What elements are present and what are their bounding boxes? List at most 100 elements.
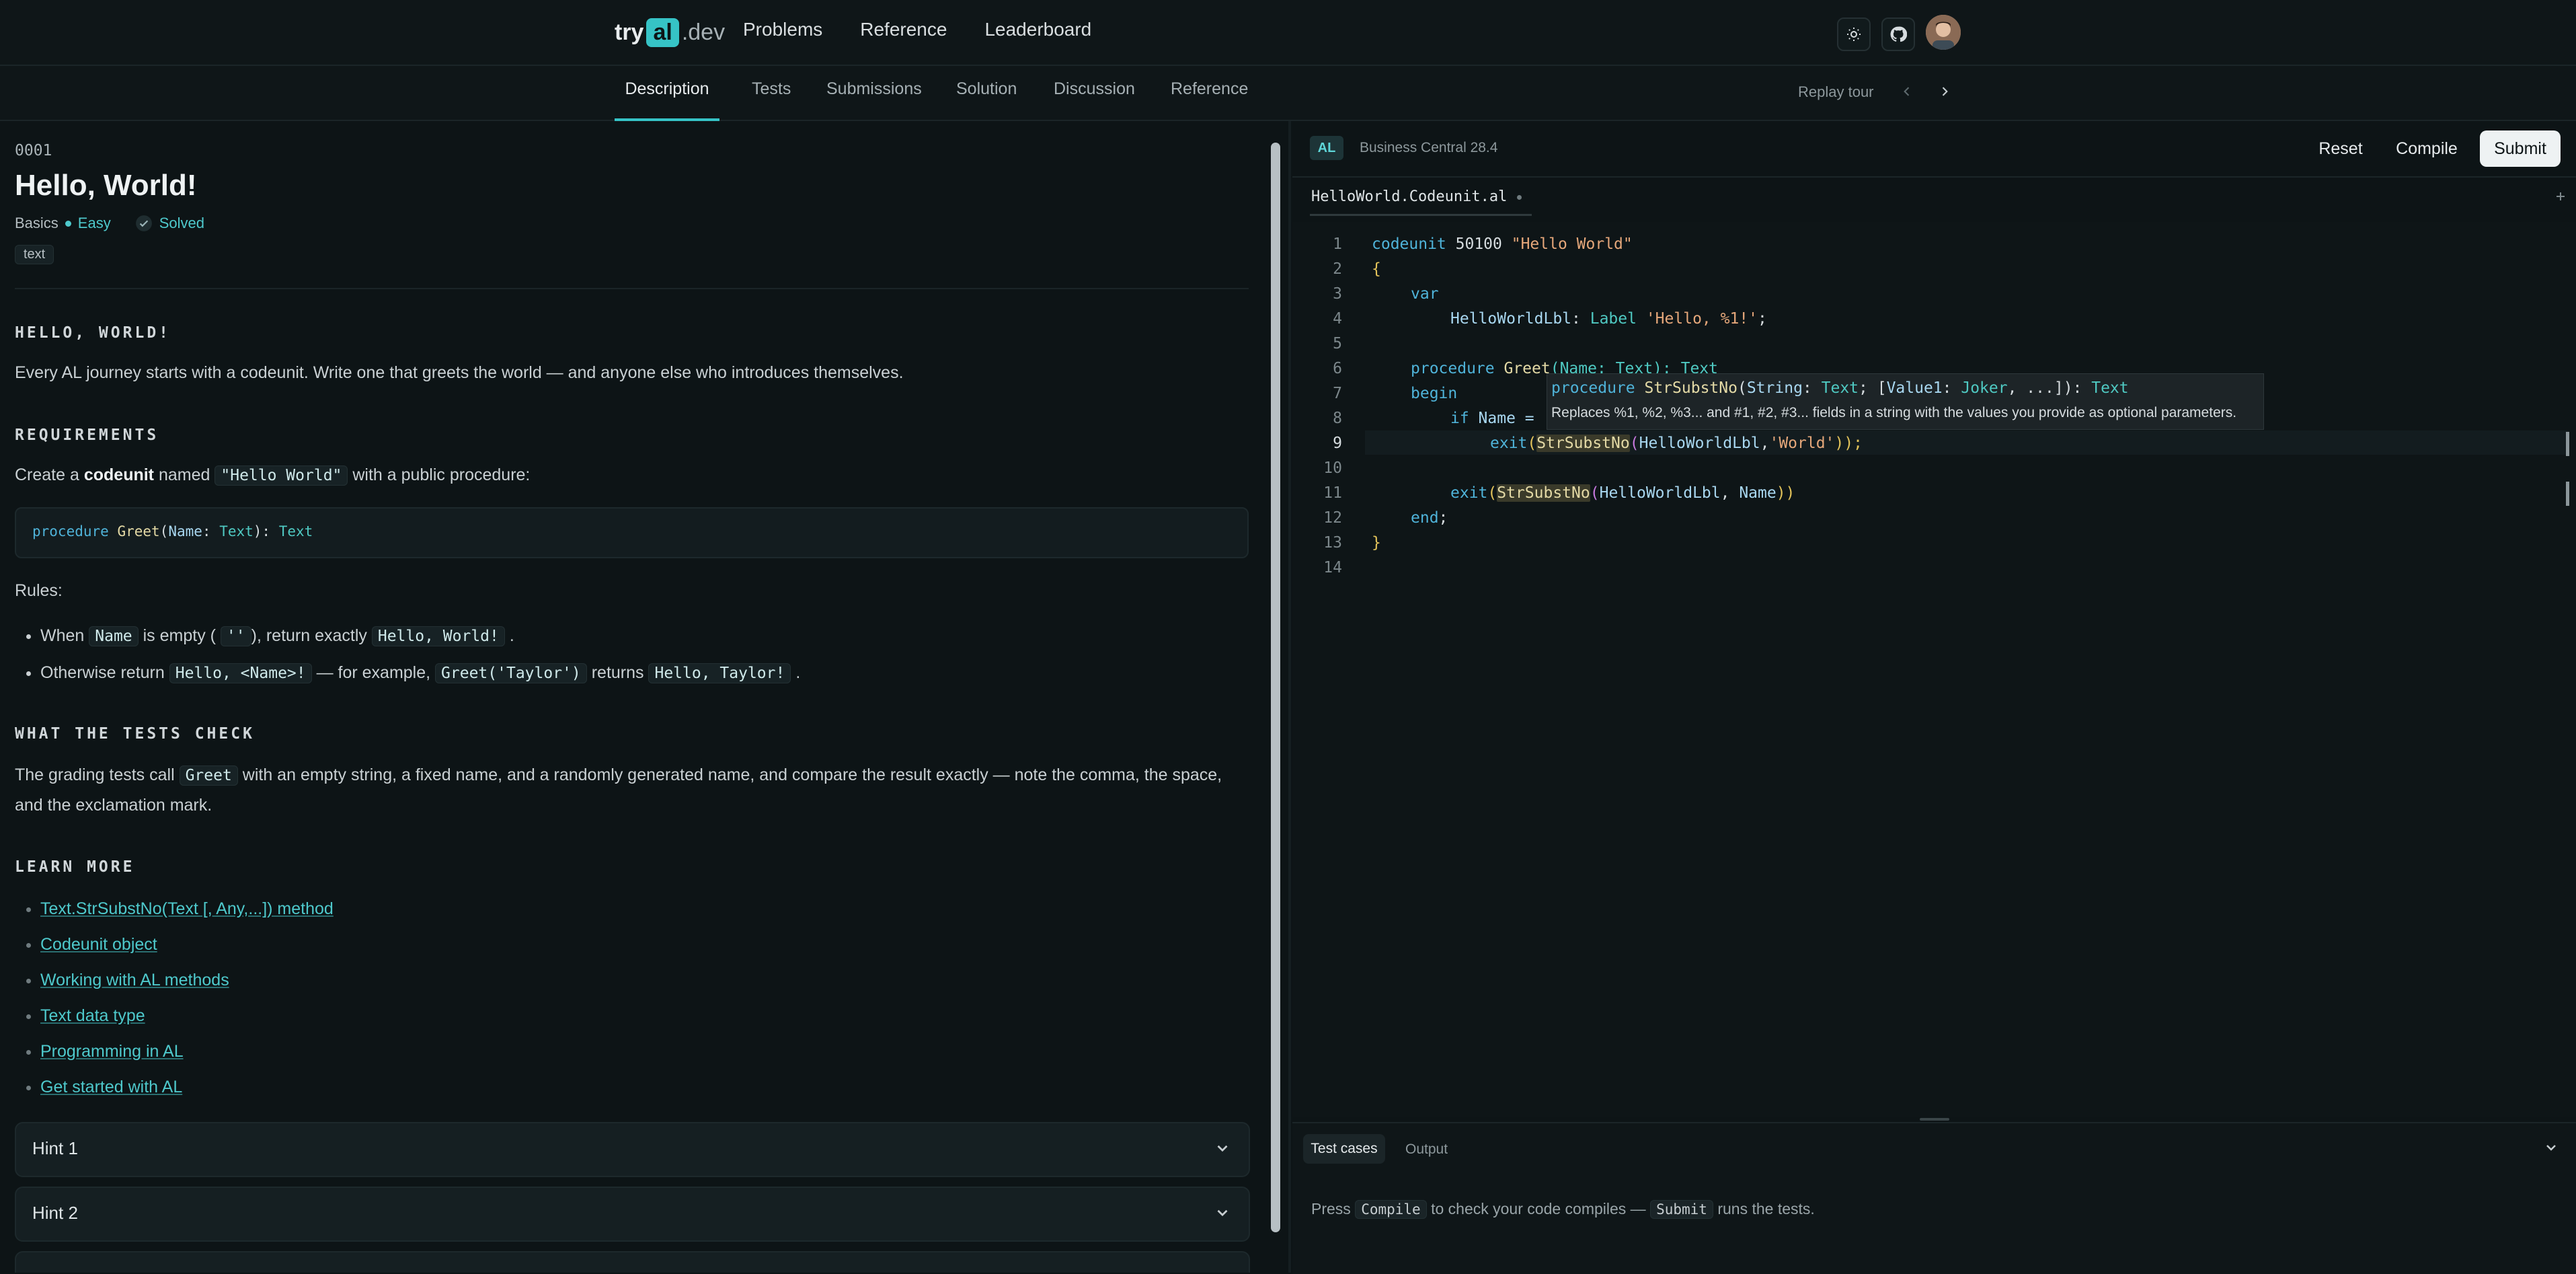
line-number: 11 [1323, 484, 1342, 502]
difficulty-dot [65, 220, 71, 227]
sig-ret: Text [278, 523, 313, 539]
tab-output[interactable]: Output [1405, 1141, 1448, 1158]
token: StrSubstNo [1536, 435, 1630, 452]
msg-c: runs the tests. [1717, 1200, 1815, 1217]
token: HelloWorldLbl [1450, 310, 1572, 328]
sig-colon: : [202, 523, 220, 539]
category-label: Basics [15, 215, 58, 231]
tooltip-signature: procedure StrSubstNo(String: Text; [Valu… [1551, 379, 2129, 397]
tag-chip[interactable]: text [15, 245, 54, 264]
code-line-13: } [1372, 534, 1381, 552]
code-editor[interactable] [1292, 222, 2576, 1117]
pane-resize-handle[interactable] [1288, 121, 1291, 1273]
code-line-7: begin [1411, 385, 1457, 402]
tests-a: The grading tests call [15, 765, 175, 784]
tab-tests[interactable]: Tests [752, 79, 791, 118]
theme-toggle-button[interactable] [1837, 17, 1871, 51]
tour-prev-button[interactable] [1894, 78, 1920, 105]
hint-3-accordion[interactable] [15, 1251, 1250, 1273]
github-button[interactable] [1881, 17, 1915, 51]
learn-link-methods[interactable]: Working with AL methods [40, 971, 229, 989]
sig-open: ( [159, 523, 169, 539]
tab-description[interactable]: Description [615, 79, 719, 121]
rules-label: Rules: [15, 581, 63, 600]
file-tab[interactable]: HelloWorld.Codeunit.al [1311, 188, 1522, 205]
site-logo[interactable]: try al .dev [615, 15, 725, 50]
compile-button[interactable]: Compile [2384, 130, 2469, 167]
learn-link-programming[interactable]: Programming in AL [40, 1042, 184, 1061]
rule2-code1: Hello, <Name>! [169, 663, 312, 683]
main-nav: Problems Reference Leaderboard [743, 19, 1091, 40]
tab-submissions[interactable]: Submissions [826, 79, 922, 118]
tab-test-cases[interactable]: Test cases [1303, 1134, 1385, 1164]
tour-next-button[interactable] [1931, 78, 1958, 105]
msg-a: Press [1311, 1200, 1351, 1217]
token: ; [1758, 310, 1767, 328]
github-icon [1890, 26, 1907, 42]
nav-reference[interactable]: Reference [860, 19, 947, 40]
token: "Hello World" [1511, 235, 1633, 253]
top-navbar [0, 0, 2576, 66]
nav-problems[interactable]: Problems [743, 19, 822, 40]
token: HelloWorldLbl [1639, 435, 1760, 452]
chevron-down-icon [1217, 1145, 1228, 1152]
tests-text: The grading tests call Greet with an emp… [15, 760, 1249, 820]
panel-message: Press Compile to check your code compile… [1311, 1200, 1815, 1219]
line-number: 1 [1333, 235, 1342, 253]
line-number: 13 [1323, 534, 1342, 552]
chevron-down-icon[interactable] [2543, 1139, 2559, 1156]
req-post: with a public procedure: [352, 465, 531, 484]
problem-title: Hello, World! [15, 169, 197, 202]
rule2-d: . [795, 663, 801, 682]
code-line-1: codeunit 50100 "Hello World" [1372, 235, 1633, 253]
line-number: 4 [1333, 310, 1342, 328]
line-number: 9 [1333, 435, 1342, 452]
req-named: named [158, 465, 210, 484]
hint-2-accordion[interactable]: Hint 2 [15, 1187, 1250, 1242]
replay-tour-link[interactable]: Replay tour [1798, 83, 1874, 101]
rule1-b: is empty ( [143, 626, 216, 645]
learn-link-get-started[interactable]: Get started with AL [40, 1078, 182, 1096]
learn-link-item: Working with AL methods [40, 963, 334, 998]
panel-resize-handle[interactable] [1920, 1118, 1949, 1121]
nav-leaderboard[interactable]: Leaderboard [984, 19, 1091, 40]
tab-discussion[interactable]: Discussion [1054, 79, 1135, 118]
tab-reference[interactable]: Reference [1171, 79, 1248, 118]
avatar[interactable] [1926, 15, 1961, 50]
learn-link-item: Text.StrSubstNo(Text [, Any,...]) method [40, 891, 334, 927]
description-scroll-thumb[interactable] [1271, 143, 1280, 1232]
hint-1-accordion[interactable]: Hint 1 [15, 1122, 1250, 1177]
learn-link-text-type[interactable]: Text data type [40, 1006, 145, 1025]
token: HelloWorldLbl [1599, 484, 1721, 502]
code-line-9: exit(StrSubstNo(HelloWorldLbl,'World')); [1490, 435, 1863, 452]
rule2-a: Otherwise return [40, 663, 165, 682]
submit-button[interactable]: Submit [2480, 130, 2561, 167]
chevron-right-icon [1942, 87, 1948, 96]
code-line-8: if Name = [1450, 410, 1534, 427]
line-number: 7 [1333, 385, 1342, 402]
token: , [1760, 435, 1770, 452]
plus-icon[interactable] [2555, 191, 2566, 202]
reset-button[interactable]: Reset [2305, 130, 2376, 167]
token: Name = [1469, 410, 1534, 427]
rule-item: Otherwise return Hello, <Name>! — for ex… [40, 654, 800, 691]
overview-ruler-mark [2566, 482, 2569, 506]
solved-status: Solved [159, 215, 204, 231]
learn-link-strsubstno[interactable]: Text.StrSubstNo(Text [, Any,...]) method [40, 899, 334, 918]
token: codeunit [1372, 235, 1446, 253]
tooltip-doc: Replaces %1, %2, %3... and #1, #2, #3...… [1551, 405, 2237, 420]
req-name-code: "Hello World" [214, 465, 348, 486]
requirements-text: Create a codeunit named "Hello World" wi… [15, 463, 530, 488]
token: Value1 [1886, 379, 1943, 397]
rule1-code3: Hello, World! [371, 626, 505, 646]
token: Text [1821, 379, 1859, 397]
token: String [1746, 379, 1803, 397]
token: if [1450, 410, 1469, 427]
learn-link-codeunit[interactable]: Codeunit object [40, 935, 157, 954]
req-pre: Create a [15, 465, 79, 484]
line-number: 8 [1333, 410, 1342, 427]
tab-solution[interactable]: Solution [956, 79, 1017, 118]
sig-keyword: procedure [32, 523, 109, 539]
sun-icon [1847, 28, 1861, 41]
token: Greet [1504, 360, 1551, 377]
